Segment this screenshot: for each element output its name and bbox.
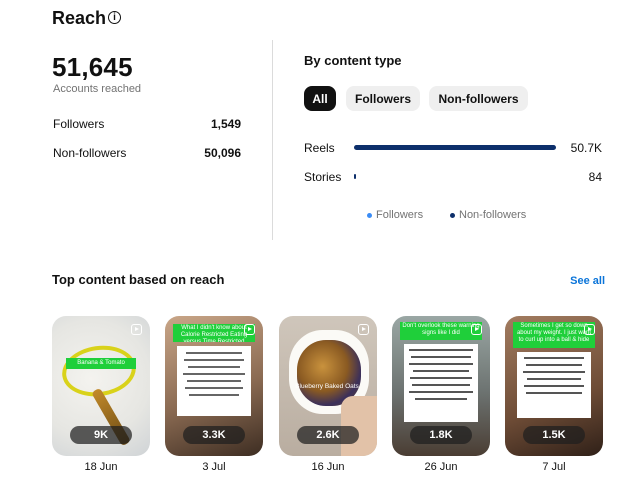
legend-dot-non-followers <box>450 212 455 218</box>
filter-all[interactable]: All <box>304 86 336 111</box>
card-date: 3 Jul <box>202 461 226 473</box>
reel-icon <box>358 324 369 335</box>
reach-title: Reach <box>52 8 107 28</box>
card-reach-count: 9K <box>70 426 132 444</box>
section-divider <box>272 40 273 240</box>
reels-value: 50.7K <box>570 141 602 155</box>
card-caption: Don't overlook these warning signs like … <box>400 322 482 340</box>
card-caption: What I didn't know about Calorie Restric… <box>173 324 255 342</box>
content-card[interactable]: Banana & Tomato Sandwich 9K <box>52 316 150 456</box>
accounts-reached-count: 51,645 <box>52 52 133 82</box>
see-all-link[interactable]: See all <box>570 275 605 287</box>
legend-followers: Followers <box>367 209 423 221</box>
card-date: 18 Jun <box>84 461 118 473</box>
card-caption-body <box>177 346 251 416</box>
card-caption-body <box>404 344 478 422</box>
reel-icon <box>131 324 142 335</box>
reels-bar-fill <box>354 145 556 150</box>
card-caption-body <box>517 352 591 418</box>
card-caption: Sometimes I get so down about my weight.… <box>513 322 595 348</box>
content-card[interactable]: Sometimes I get so down about my weight.… <box>505 316 603 456</box>
reel-icon <box>471 324 482 335</box>
followers-value: 1,549 <box>210 117 241 131</box>
filter-followers[interactable]: Followers <box>346 86 420 111</box>
card-date: 16 Jun <box>311 461 345 473</box>
followers-label: Followers <box>53 117 105 131</box>
card-caption: Blueberry Baked Oats <box>295 383 359 390</box>
content-type-title: By content type <box>304 53 402 68</box>
card-reach-count: 3.3K <box>183 426 245 444</box>
reels-bar <box>354 145 556 150</box>
reel-icon <box>584 324 595 335</box>
card-caption: Banana & Tomato Sandwich <box>66 358 136 369</box>
legend-dot-followers <box>367 212 372 218</box>
non-followers-label: Non-followers <box>53 146 127 160</box>
legend-label-non-followers: Non-followers <box>459 209 527 221</box>
reel-icon <box>244 324 255 335</box>
card-reach-count: 1.8K <box>410 426 472 444</box>
non-followers-value: 50,096 <box>204 146 241 160</box>
content-card[interactable]: What I didn't know about Calorie Restric… <box>165 316 263 456</box>
stories-bar <box>354 174 556 179</box>
card-date: 7 Jul <box>542 461 566 473</box>
content-card[interactable]: Blueberry Baked Oats 2.6K <box>279 316 377 456</box>
legend-non-followers: Non-followers <box>450 209 526 221</box>
legend-label-followers: Followers <box>376 209 424 221</box>
info-icon[interactable]: i <box>108 11 121 24</box>
stories-label: Stories <box>304 170 342 184</box>
reels-label: Reels <box>304 141 335 155</box>
stories-value: 84 <box>588 170 602 184</box>
stories-bar-fill <box>354 174 356 179</box>
top-content-title: Top content based on reach <box>52 272 225 287</box>
filter-non-followers[interactable]: Non-followers <box>429 86 528 111</box>
card-reach-count: 2.6K <box>297 426 359 444</box>
content-card[interactable]: Don't overlook these warning signs like … <box>392 316 490 456</box>
card-date: 26 Jun <box>424 461 458 473</box>
accounts-reached-label: Accounts reached <box>53 83 142 95</box>
card-reach-count: 1.5K <box>523 426 585 444</box>
